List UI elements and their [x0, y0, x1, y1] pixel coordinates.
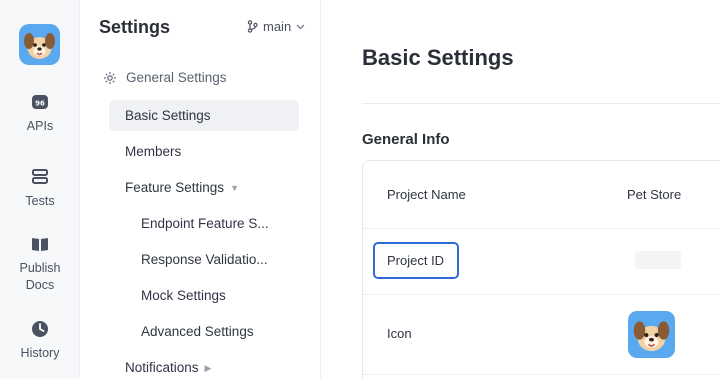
branch-icon	[247, 20, 258, 33]
rail-item-label: APIs	[26, 119, 54, 133]
rail-item-apis[interactable]: 96 APIs	[0, 92, 80, 135]
nav-item-endpoint-feature-settings[interactable]: Endpoint Feature S...	[125, 208, 275, 239]
gear-icon	[104, 71, 116, 84]
rail-item-label: Publish Docs	[19, 261, 61, 292]
divider	[362, 103, 720, 104]
nav-item-label: Response Validatio...	[141, 252, 268, 267]
project-id-value-redacted	[635, 251, 681, 269]
nav-group-general-settings[interactable]: General Settings	[103, 70, 227, 85]
caret-right-icon: ▶	[204, 362, 212, 373]
rail-item-history[interactable]: History	[0, 319, 80, 362]
branch-selector[interactable]: main	[247, 19, 305, 34]
section-title: General Info	[362, 131, 450, 148]
nav-item-advanced-settings[interactable]: Advanced Settings	[125, 316, 275, 347]
row-key: Icon	[387, 326, 412, 341]
nav-item-response-validation[interactable]: Response Validatio...	[125, 244, 275, 275]
nav-item-members[interactable]: Members	[109, 136, 299, 167]
chevron-down-icon	[296, 24, 305, 29]
nav-item-feature-settings[interactable]: Feature Settings ▼	[109, 172, 299, 203]
svg-text:96: 96	[35, 100, 45, 108]
nav-item-label: Members	[125, 144, 182, 159]
nav-item-label: Advanced Settings	[141, 324, 254, 339]
project-icon[interactable]	[628, 311, 675, 358]
docs-icon	[32, 238, 48, 251]
history-icon	[32, 321, 48, 337]
nav-item-notifications[interactable]: Notifications ▶	[109, 352, 299, 379]
nav-item-label: Endpoint Feature S...	[141, 216, 269, 231]
main-content: Basic Settings General Info Project Name…	[322, 0, 720, 379]
left-rail: 96 APIs Tests Publish Docs History	[0, 0, 80, 379]
tests-icon	[32, 169, 48, 184]
nav-item-label: Basic Settings	[125, 108, 211, 123]
settings-title: Settings	[99, 17, 171, 37]
nav-group-label: General Settings	[126, 70, 227, 85]
rail-item-tests[interactable]: Tests	[0, 167, 80, 210]
branch-name: main	[263, 19, 292, 34]
app-logo-icon[interactable]	[19, 24, 60, 65]
row-project-name[interactable]: Project Name Pet Store	[363, 161, 720, 229]
nav-item-label: Mock Settings	[141, 288, 226, 303]
rail-item-label: History	[20, 346, 60, 360]
nav-item-label: Feature Settings	[125, 180, 225, 195]
rail-item-label: Tests	[25, 194, 55, 208]
rail-item-publish-docs[interactable]: Publish Docs	[0, 234, 80, 294]
caret-down-icon: ▼	[230, 182, 239, 193]
page-title: Basic Settings	[362, 45, 514, 70]
highlight-box	[373, 242, 459, 279]
api-icon: 96	[32, 95, 48, 109]
nav-item-mock-settings[interactable]: Mock Settings	[125, 280, 275, 311]
settings-nav: Settings main General Settings Basic Set…	[81, 0, 321, 379]
row-value: Pet Store	[627, 187, 682, 202]
nav-item-label: Notifications	[125, 360, 199, 375]
row-key: Project Name	[387, 187, 466, 202]
general-info-card: Project Name Pet Store Project ID Icon	[362, 160, 720, 379]
nav-item-basic-settings[interactable]: Basic Settings	[109, 100, 299, 131]
